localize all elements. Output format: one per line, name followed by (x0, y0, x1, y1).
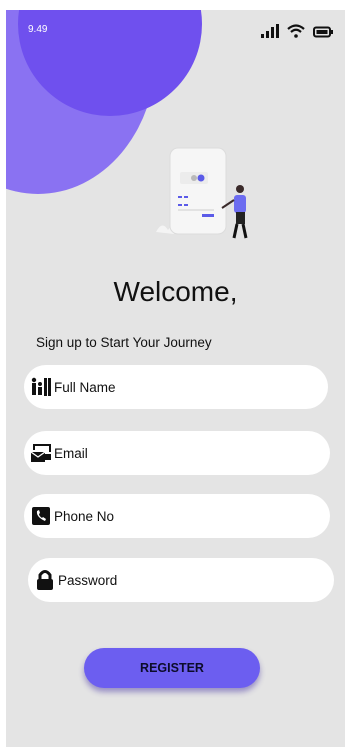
signal-bars-icon (261, 24, 279, 43)
page-title: Welcome, (113, 276, 238, 307)
status-time: 9.49 (28, 24, 48, 35)
full-name-field[interactable]: Full Name (24, 365, 328, 409)
full-name-label: Full Name (54, 379, 116, 395)
email-label: Email (54, 445, 88, 461)
wifi-icon (287, 24, 305, 43)
password-label: Password (58, 572, 118, 588)
phone-screen: 9.49 Welcome, Sign up to Start Your Jour… (6, 10, 345, 747)
phone-icon (30, 505, 52, 527)
battery-icon (313, 25, 333, 43)
family-icon (30, 376, 52, 398)
page-subtitle: Sign up to Start Your Journey (36, 335, 212, 350)
mail-icon (30, 442, 52, 464)
phone-label: Phone No (54, 508, 115, 524)
status-icons (261, 24, 333, 43)
register-button[interactable]: REGISTER (84, 648, 260, 688)
email-field[interactable]: Email (24, 431, 330, 475)
signup-illustration (146, 146, 266, 254)
lock-icon (34, 569, 56, 591)
password-field[interactable]: Password (28, 558, 334, 602)
phone-field[interactable]: Phone No (24, 494, 330, 538)
